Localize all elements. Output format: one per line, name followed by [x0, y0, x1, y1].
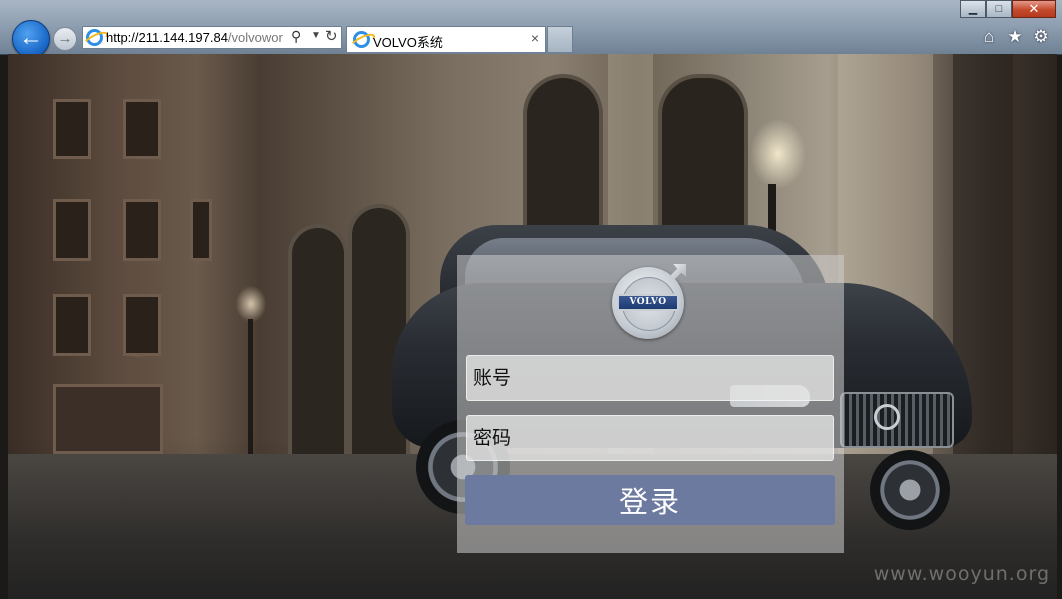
new-tab-button[interactable]: [547, 26, 573, 52]
close-tab-icon[interactable]: ×: [531, 30, 539, 46]
back-arrow-icon[interactable]: ←: [12, 20, 50, 58]
lamp-post: [248, 319, 253, 459]
home-icon[interactable]: ⌂: [980, 28, 998, 46]
car-wheel: [870, 450, 950, 530]
watermark: www.wooyun.org: [873, 563, 1050, 585]
window-controls: ▁ □ ✕: [960, 0, 1056, 19]
building-window: [53, 294, 91, 356]
toolbar-icons: ⌂ ★ ⚙: [980, 28, 1050, 46]
minimize-button[interactable]: ▁: [960, 0, 986, 18]
arch: [288, 224, 348, 454]
chevron-down-icon[interactable]: ▼: [311, 30, 321, 41]
account-input[interactable]: [466, 355, 834, 401]
building-window: [123, 99, 161, 159]
forward-arrow-icon[interactable]: →: [53, 27, 77, 51]
address-url[interactable]: http://211.144.197.84/volvowor: [106, 30, 291, 45]
tab-title: VOLVO系统: [373, 35, 443, 50]
ie-logo-icon: [353, 31, 370, 48]
volvo-grille-icon: [874, 404, 900, 430]
building-window: [123, 294, 161, 356]
url-path: /volvowor: [227, 30, 283, 45]
refresh-icon[interactable]: ↻: [325, 27, 338, 45]
star-icon[interactable]: ★: [1006, 28, 1024, 46]
address-bar[interactable]: http://211.144.197.84/volvowor ⚲ ▼ ↻: [82, 26, 342, 49]
building-window: [53, 199, 91, 261]
building-window: [123, 199, 161, 261]
gear-icon[interactable]: ⚙: [1032, 28, 1050, 46]
search-icon[interactable]: ⚲: [291, 28, 301, 45]
password-input[interactable]: [466, 415, 834, 461]
ie-logo-icon: [86, 29, 103, 46]
volvo-logo-text: VOLVO: [617, 294, 679, 311]
building-window: [190, 199, 212, 261]
close-window-button[interactable]: ✕: [1012, 0, 1056, 18]
login-button[interactable]: 登录: [465, 475, 835, 525]
url-host: http://211.144.197.84: [106, 30, 228, 45]
browser-toolbar: ← → http://211.144.197.84/volvowor ⚲ ▼ ↻…: [0, 0, 1062, 58]
shop-front: [53, 384, 163, 454]
building-window: [53, 99, 91, 159]
maximize-button[interactable]: □: [986, 0, 1012, 18]
tab-volvo-system[interactable]: VOLVO系统 ×: [346, 26, 546, 52]
